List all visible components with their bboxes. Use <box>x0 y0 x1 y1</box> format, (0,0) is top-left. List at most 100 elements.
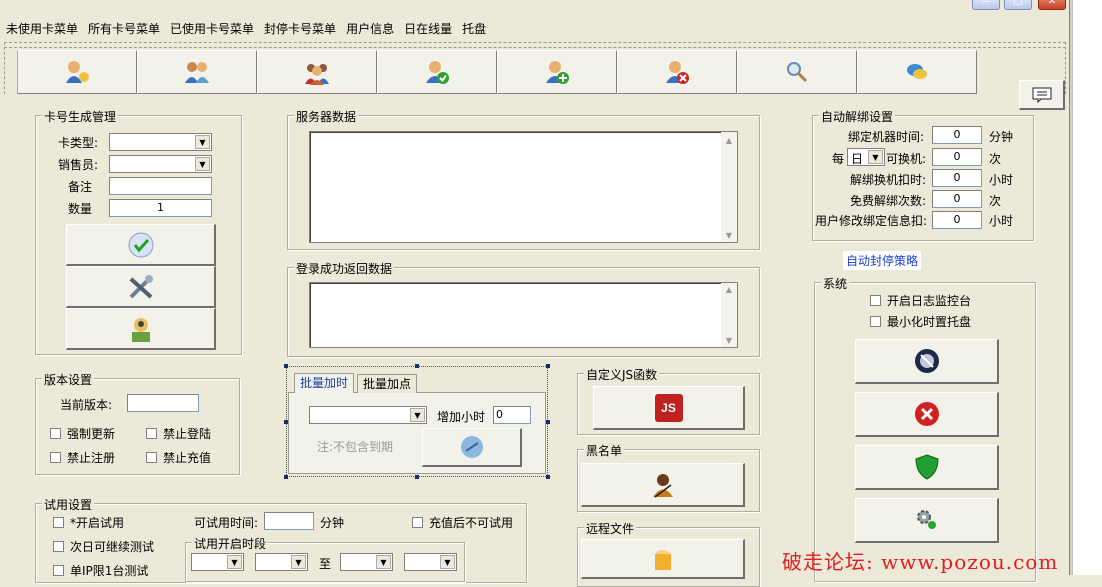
designer-side-panel <box>1072 0 1102 575</box>
blacklist-button[interactable] <box>581 463 745 507</box>
auto-ban-policy-link[interactable]: 自动封停策略 <box>843 251 922 270</box>
design-guide <box>1065 42 1066 94</box>
force-update-checkbox[interactable]: 强制更新 <box>50 425 115 442</box>
card-gen-title: 卡号生成管理 <box>42 108 119 125</box>
forbid-login-checkbox[interactable]: 禁止登陆 <box>146 425 211 442</box>
batch-apply-button[interactable] <box>422 428 522 467</box>
selection-handle[interactable] <box>415 364 419 368</box>
menu-item-unused-cards[interactable]: 未使用卡菜单 <box>6 20 78 40</box>
trial-to-label: 至 <box>319 557 332 571</box>
trial-minutes-label: 分钟 <box>320 516 345 530</box>
trial-start-minute-select[interactable]: ▼ <box>255 553 308 571</box>
login-return-title: 登录成功返回数据 <box>294 260 395 277</box>
current-version-input[interactable] <box>127 394 199 412</box>
user-tool-icon <box>131 317 150 342</box>
no-trial-after-recharge-checkbox[interactable]: 充值后不可试用 <box>412 514 513 531</box>
menu-item-used-cards[interactable]: 已使用卡号菜单 <box>170 20 254 40</box>
selection-handle[interactable] <box>546 364 550 368</box>
forbid-register-checkbox[interactable]: 禁止注册 <box>50 449 115 466</box>
user-icon <box>66 61 89 83</box>
per-period-select[interactable]: 日 ▼ <box>847 148 885 166</box>
trial-end-minute-select[interactable]: ▼ <box>404 553 457 571</box>
selection-handle[interactable] <box>284 475 288 479</box>
selection-handle[interactable] <box>546 420 550 424</box>
toolbar-button-user-delete[interactable] <box>617 50 737 94</box>
qty-label: 数量 <box>68 202 93 216</box>
toolbar-button-user[interactable] <box>17 50 137 94</box>
selection-handle[interactable] <box>546 475 550 479</box>
message-button[interactable] <box>1019 80 1065 110</box>
minimize-tray-checkbox[interactable]: 最小化时置托盘 <box>870 313 971 330</box>
batch-note: 注:不包含到期 <box>317 440 394 454</box>
custom-js-button[interactable]: JS <box>593 386 745 430</box>
design-guide <box>4 42 1066 43</box>
generate-button[interactable] <box>66 224 216 266</box>
tab-batch-hours[interactable]: 批量加时 <box>294 373 355 393</box>
security-button[interactable] <box>855 445 999 490</box>
tools-button[interactable] <box>66 266 216 308</box>
toolbar-button-user-add[interactable] <box>497 50 617 94</box>
watermark-text: 破走论坛: www.pozou.com <box>782 550 1059 574</box>
trial-end-hour-select[interactable]: ▼ <box>340 553 393 571</box>
menu-item-user-info[interactable]: 用户信息 <box>346 20 394 40</box>
error-icon <box>914 402 939 426</box>
toolbar-button-user-check[interactable] <box>377 50 497 94</box>
enable-trial-checkbox[interactable]: *开启试用 <box>53 514 124 531</box>
trial-time-label: 可试用时间: <box>194 516 259 530</box>
batch-card-type-select[interactable]: ▼ <box>309 406 427 424</box>
single-machine-trial-checkbox[interactable]: 单IP限1台测试 <box>53 562 148 579</box>
can-change-input[interactable]: 0 <box>932 148 982 166</box>
user-tool-button[interactable] <box>66 308 216 350</box>
log-monitor-checkbox[interactable]: 开启日志监控台 <box>870 292 971 309</box>
bind-time-unit: 分钟 <box>989 130 1014 144</box>
scrollbar[interactable]: ▲ ▼ <box>721 132 737 242</box>
user-pair-icon <box>185 62 209 83</box>
search-icon <box>787 62 808 83</box>
trial-time-input[interactable] <box>264 512 314 530</box>
toolbar <box>17 50 977 94</box>
scrollbar[interactable]: ▲ ▼ <box>721 283 737 347</box>
selection-handle[interactable] <box>284 364 288 368</box>
js-icon: JS <box>654 393 683 422</box>
menu-item-tray[interactable]: 托盘 <box>462 20 486 40</box>
selection-handle[interactable] <box>415 475 419 479</box>
free-unbind-input[interactable]: 0 <box>932 190 982 208</box>
bind-time-input[interactable]: 0 <box>932 126 982 144</box>
add-hours-input[interactable]: 0 <box>493 406 531 424</box>
card-type-label: 卡类型: <box>58 136 99 150</box>
user-check-icon <box>426 61 449 84</box>
server-data-textarea[interactable]: ▲ ▼ <box>309 131 738 243</box>
next-day-trial-checkbox[interactable]: 次日可继续测试 <box>53 538 154 555</box>
toolbar-button-chat[interactable] <box>857 50 977 94</box>
system-tool-button[interactable] <box>855 339 999 384</box>
settings-button[interactable] <box>855 498 999 543</box>
chevron-down-icon: ▼ <box>195 135 210 149</box>
unbind-deduct-unit: 小时 <box>989 173 1014 187</box>
trial-start-hour-select[interactable]: ▼ <box>191 553 244 571</box>
user-add-icon <box>546 61 569 84</box>
forbid-recharge-checkbox[interactable]: 禁止充值 <box>146 449 211 466</box>
toolbar-button-user-group[interactable] <box>257 50 377 94</box>
card-type-select[interactable]: ▼ <box>109 133 212 151</box>
note-input[interactable] <box>109 177 212 195</box>
remote-file-button[interactable] <box>581 539 745 579</box>
menu-item-daily-online[interactable]: 日在线量 <box>404 20 452 40</box>
maximize-button[interactable]: □ <box>1004 0 1032 10</box>
unbind-deduct-input[interactable]: 0 <box>932 169 982 187</box>
minimize-button[interactable]: — <box>972 0 1000 10</box>
login-return-textarea[interactable]: ▲ ▼ <box>309 282 738 348</box>
toolbar-button-search[interactable] <box>737 50 857 94</box>
tab-batch-points[interactable]: 批量加点 <box>357 374 418 393</box>
trial-title: 试用设置 <box>42 496 95 513</box>
chevron-down-icon: ▼ <box>868 150 883 164</box>
menu-item-all-cards[interactable]: 所有卡号菜单 <box>88 20 160 40</box>
modify-deduct-input[interactable]: 0 <box>932 211 982 229</box>
qty-input[interactable]: 1 <box>109 199 212 217</box>
server-data-title: 服务器数据 <box>294 108 359 125</box>
menu-item-banned-cards[interactable]: 封停卡号菜单 <box>264 20 336 40</box>
chevron-down-icon: ▼ <box>195 157 210 171</box>
seller-select[interactable]: ▼ <box>109 155 212 173</box>
toolbar-button-user-pair[interactable] <box>137 50 257 94</box>
stop-button[interactable] <box>855 392 999 437</box>
close-button[interactable]: ✕ <box>1038 0 1066 10</box>
